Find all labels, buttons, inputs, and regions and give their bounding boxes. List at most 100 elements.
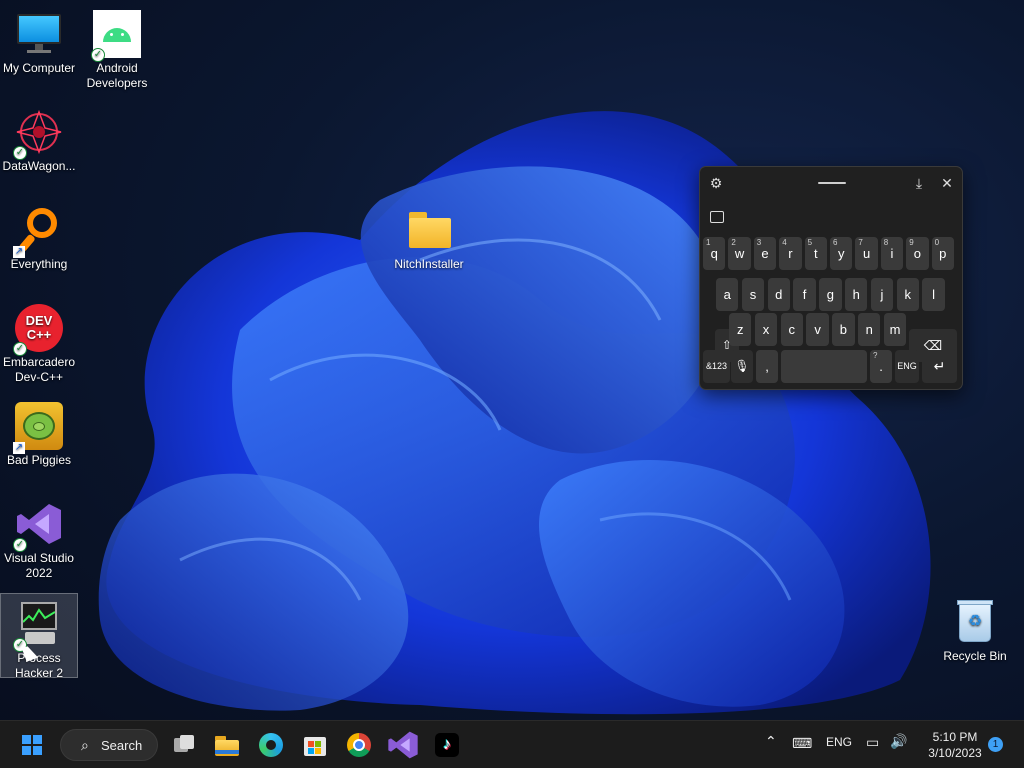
key-label: e <box>761 246 769 261</box>
keyboard-titlebar[interactable]: ⚙ ⤓ ✕ <box>700 167 962 199</box>
devcpp-icon: DEV C++ ✓ <box>13 304 63 356</box>
space-key[interactable] <box>781 350 867 383</box>
taskbar: ⌕ Search ♪ ⌃ ⌨ ENG ▭ 🔊 5:10 PM 3/10/2023 <box>0 720 1024 768</box>
desktop-icon-visual-studio[interactable]: ✓ Visual Studio 2022 <box>0 494 78 581</box>
desktop-icon-recycle-bin[interactable]: ♻ Recycle Bin <box>936 592 1014 664</box>
key-p[interactable]: 0p <box>931 237 954 270</box>
tray-volume-icon[interactable]: 🔊 <box>890 733 907 750</box>
key-e[interactable]: 3e <box>753 237 777 270</box>
key-v[interactable]: v <box>806 313 829 346</box>
key-s[interactable]: s <box>741 278 765 311</box>
file-explorer-icon[interactable] <box>211 729 243 761</box>
key-label: b <box>839 322 847 337</box>
key-f[interactable]: f <box>793 278 816 311</box>
keyboard-close-icon[interactable]: ✕ <box>938 174 956 192</box>
key-d[interactable]: d <box>767 278 790 311</box>
key-w[interactable]: 2w <box>728 237 751 270</box>
desktop-icon-label: Process Hacker 2 <box>14 651 64 680</box>
visual-studio-taskbar-icon[interactable] <box>387 729 419 761</box>
emoji-clipboard-icon[interactable] <box>710 211 724 223</box>
sync-check-icon: ✓ <box>91 48 105 62</box>
keyboard-settings-gear-icon[interactable]: ⚙ <box>707 174 725 192</box>
key-q[interactable]: 1q <box>703 237 726 270</box>
key-l[interactable]: l <box>922 278 945 311</box>
microsoft-store-icon[interactable] <box>299 729 331 761</box>
notification-count-badge[interactable]: 1 <box>988 737 1003 752</box>
key-c[interactable]: c <box>780 313 803 346</box>
sync-check-icon: ✓ <box>13 538 27 552</box>
desktop-icon-android-developers[interactable]: ✓ Android Developers <box>78 4 156 91</box>
enter-key-icon[interactable]: ↵ <box>922 350 957 383</box>
key-b[interactable]: b <box>832 313 855 346</box>
key-label: s <box>749 287 757 302</box>
key-number-hint: 3 <box>756 238 762 247</box>
start-windows-icon[interactable] <box>16 729 48 761</box>
shortcut-arrow-icon: ↗ <box>13 442 25 454</box>
desktop-icon-label: Bad Piggies <box>6 453 72 467</box>
key-t[interactable]: 5t <box>804 237 827 270</box>
keyboard-dock-icon[interactable]: ⤓ <box>910 174 928 192</box>
desktop-icon-label: Embarcadero Dev-C++ <box>2 355 76 384</box>
desktop-icon-bad-piggies[interactable]: ↗ Bad Piggies <box>0 396 78 468</box>
key-label: i <box>890 246 894 261</box>
task-view-icon[interactable] <box>168 729 200 761</box>
key-number-hint: 1 <box>706 238 711 247</box>
key-i[interactable]: 8i <box>880 237 904 270</box>
key-label: f <box>802 287 807 302</box>
desktop-icon-datawagon[interactable]: ✓ DataWagon... <box>0 102 78 174</box>
tray-touch-keyboard-icon[interactable]: ⌨ <box>792 735 812 752</box>
clock-date: 3/10/2023 <box>928 746 982 760</box>
edge-browser-icon[interactable] <box>255 729 287 761</box>
key-label: u <box>862 246 871 261</box>
desktop-icon-label: My Computer <box>2 61 76 75</box>
key-number-hint: 8 <box>883 238 889 247</box>
key-j[interactable]: j <box>870 278 894 311</box>
touch-keyboard: ⚙ ⤓ ✕ ⇧ ⌫ &123 🎙 , ? . ENG ↵ 1q2w3e4r5t6… <box>699 166 963 390</box>
desktop-icon-label: Everything <box>10 257 68 271</box>
key-a[interactable]: a <box>716 278 739 311</box>
key-number-hint: 6 <box>833 238 838 247</box>
desktop-icon-everything[interactable]: ↗ Everything <box>0 200 78 272</box>
desktop-icon-my-computer[interactable]: My Computer <box>0 4 78 76</box>
key-label: l <box>932 287 936 302</box>
keyboard-drag-handle[interactable] <box>818 182 846 184</box>
key-n[interactable]: n <box>858 313 881 346</box>
chrome-browser-icon[interactable] <box>343 729 375 761</box>
key-r[interactable]: 4r <box>779 237 802 270</box>
key-g[interactable]: g <box>819 278 842 311</box>
taskbar-clock[interactable]: 5:10 PM 3/10/2023 <box>918 729 992 761</box>
key-y[interactable]: 6y <box>830 237 853 270</box>
key-o[interactable]: 9o <box>906 237 929 270</box>
key-number-hint: 9 <box>909 238 914 247</box>
key-u[interactable]: 7u <box>855 237 878 270</box>
sym-key[interactable]: &123 <box>703 350 730 383</box>
key-label: g <box>826 287 834 302</box>
recycle-bin-icon: ♻ <box>951 598 999 646</box>
sync-check-icon: ✓ <box>13 342 27 356</box>
comma-key[interactable]: , <box>756 350 778 383</box>
desktop-icon-devcpp[interactable]: DEV C++ ✓ Embarcadero Dev-C++ <box>0 298 78 385</box>
tray-network-icon[interactable]: ▭ <box>866 734 879 751</box>
mic-key-icon[interactable]: 🎙 <box>731 350 753 383</box>
key-m[interactable]: m <box>883 313 907 346</box>
tray-language-indicator[interactable]: ENG <box>826 735 852 749</box>
language-key[interactable]: ENG <box>895 350 919 383</box>
desktop-icon-label: Visual Studio 2022 <box>4 551 74 580</box>
key-k[interactable]: k <box>896 278 919 311</box>
key-x[interactable]: x <box>754 313 778 346</box>
key-number-hint: 5 <box>807 238 813 247</box>
datawagon-icon: ✓ <box>13 108 63 160</box>
key-z[interactable]: z <box>729 313 752 346</box>
tray-overflow-chevron-icon[interactable]: ⌃ <box>765 733 777 750</box>
key-number-hint: 7 <box>858 238 863 247</box>
taskbar-search-button[interactable]: ⌕ Search <box>60 729 158 761</box>
desktop-icon-nitchinstaller[interactable]: NitchInstaller <box>390 200 468 272</box>
key-h[interactable]: h <box>845 278 868 311</box>
key-label: p <box>939 246 947 261</box>
tiktok-icon[interactable]: ♪ <box>431 729 463 761</box>
period-key[interactable]: ? . <box>870 350 892 383</box>
key-label: t <box>813 246 818 261</box>
desktop-icon-process-hacker[interactable]: ✓ Process Hacker 2 <box>0 593 78 680</box>
key-label: n <box>865 322 873 337</box>
sync-check-icon: ✓ <box>13 146 27 160</box>
